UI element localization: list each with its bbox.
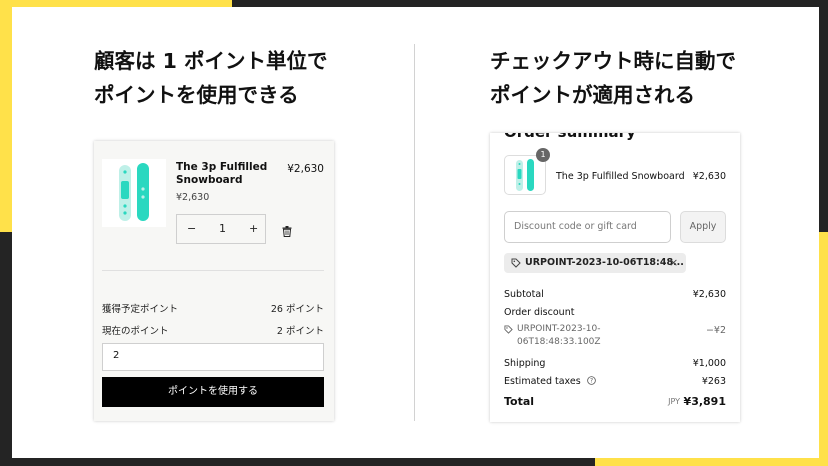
accent-bottom-right [595,458,828,466]
points-input[interactable]: 2 [102,343,324,371]
tag-icon [504,325,513,334]
snowboard-icon [119,163,149,221]
discount-code-line1: URPOINT-2023-10- [517,324,601,334]
total-value: ¥3,891 [683,395,726,408]
total-currency: JPY [668,397,680,406]
product-image [102,159,166,227]
accent-top-left [0,0,232,7]
discount-code-line2: 06T18:48:33.100Z [517,337,601,347]
taxes-label: Estimated taxes [504,376,581,387]
taxes-value: ¥263 [701,376,726,387]
current-points-label: 現在のポイント [102,326,169,337]
line-price: ¥2,630 [287,163,324,175]
right-heading-line2: ポイントが適用される [490,83,695,107]
use-points-button[interactable]: ポイントを使用する [102,377,324,407]
order-summary-card: Order summary 1 The 3p Fulfilled Snowboa… [490,133,740,422]
left-heading-line1: 顧客は 1 ポイント単位で [94,49,328,73]
applied-discount-tag: URPOINT-2023-10-06T18:48... × [504,253,686,273]
tag-icon [511,258,521,268]
subtotal-label: Subtotal [504,289,544,300]
trash-icon[interactable] [282,222,292,241]
right-heading: チェックアウト時に自動で ポイントが適用される [490,44,736,112]
expected-points-row: 獲得予定ポイント 26 ポイント [102,301,324,315]
subtotal-row: Subtotal ¥2,630 [504,289,726,300]
applied-discount-code: URPOINT-2023-10-06T18:48... [525,257,684,268]
order-summary-title: Order summary [504,133,636,141]
shipping-row: Shipping ¥1,000 [504,358,726,369]
snowboard-icon [516,159,534,191]
order-product-name: The 3p Fulfilled Snowboard [556,171,685,182]
discount-code-input[interactable]: Discount code or gift card [504,211,671,243]
expected-points-value: 26 ポイント [270,304,324,315]
order-discount-row: Order discount [504,307,726,318]
discount-value: −¥2 [705,325,726,336]
quantity-stepper: − 1 + [176,214,266,244]
current-points-value: 2 ポイント [276,326,324,337]
accent-right [819,232,828,466]
remove-discount-icon[interactable]: × [669,256,678,269]
product-title[interactable]: The 3p Fulfilled Snowboard [176,161,267,187]
taxes-row: Estimated taxes ? ¥263 [504,376,726,387]
cart-card: The 3p Fulfilled Snowboard ¥2,630 ¥2,630… [94,141,334,421]
cart-divider [102,270,324,271]
product-title-line1: The 3p Fulfilled [176,161,268,173]
info-icon[interactable]: ? [586,376,596,385]
total-row: Total JPY ¥3,891 [504,395,726,408]
order-product-price: ¥2,630 [692,171,726,182]
divider [414,44,415,421]
shipping-label: Shipping [504,358,546,369]
order-discount-label: Order discount [504,307,575,318]
current-points-row: 現在のポイント 2 ポイント [102,323,324,337]
shipping-value: ¥1,000 [692,358,726,369]
left-heading-line2: ポイントを使用できる [94,83,299,107]
increase-button[interactable]: + [249,222,258,235]
unit-price: ¥2,630 [176,192,210,203]
quantity-value[interactable]: 1 [219,222,226,235]
decrease-button[interactable]: − [187,222,196,235]
right-heading-line1: チェックアウト時に自動で [490,49,736,73]
item-count-badge: 1 [536,148,550,162]
left-heading: 顧客は 1 ポイント単位で ポイントを使用できる [94,44,328,112]
subtotal-value: ¥2,630 [692,289,726,300]
apply-button[interactable]: Apply [680,211,726,243]
accent-left [0,0,12,232]
svg-text:?: ? [590,379,593,385]
product-title-line2: Snowboard [176,174,243,186]
total-label: Total [504,395,535,408]
expected-points-label: 獲得予定ポイント [102,304,179,315]
